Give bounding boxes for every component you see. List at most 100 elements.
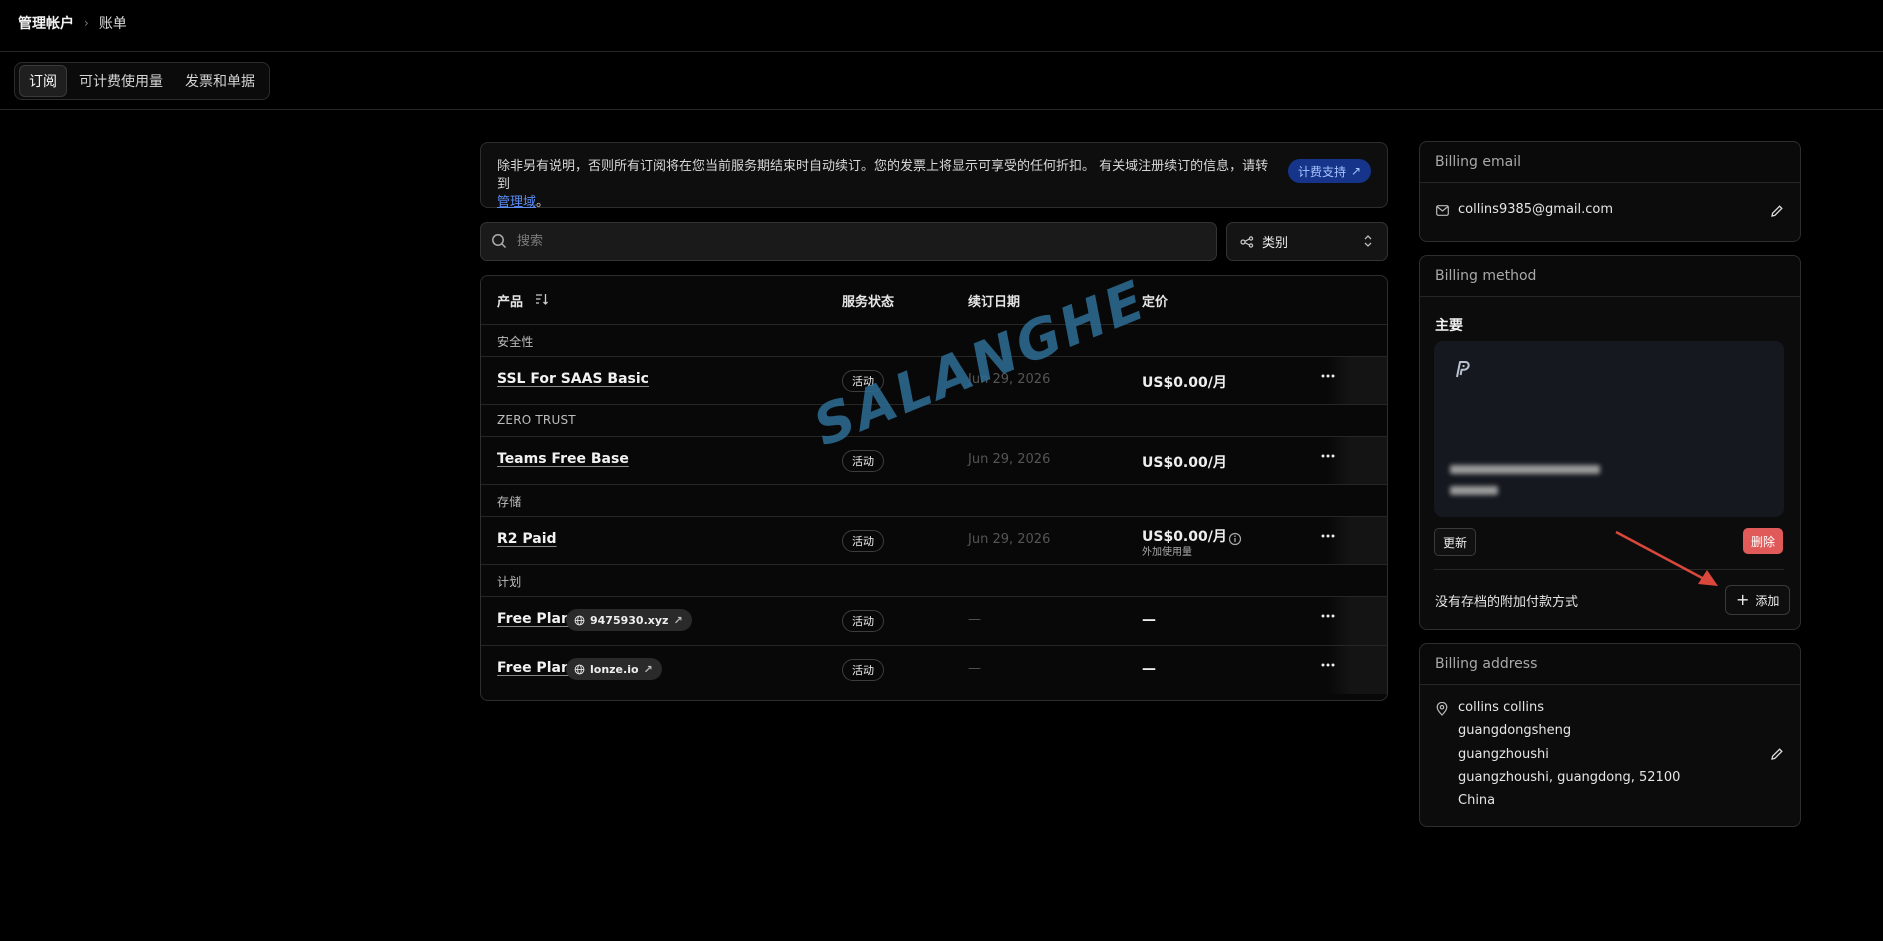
top-bar bbox=[0, 0, 1883, 52]
billing-email-title: Billing email bbox=[1435, 154, 1521, 170]
actions-shade bbox=[1327, 597, 1387, 645]
notice-body: 除非另有说明，否则所有订阅将在您当前服务期结束时自动续订。您的发票上将显示可享受… bbox=[497, 159, 1269, 192]
more-actions-icon[interactable] bbox=[1321, 663, 1335, 667]
payment-card[interactable] bbox=[1434, 341, 1784, 517]
primary-method-label: 主要 bbox=[1435, 318, 1463, 334]
more-actions-icon[interactable] bbox=[1321, 374, 1335, 378]
address-line-3: guangzhoushi, guangdong, 52100 bbox=[1458, 770, 1681, 785]
tab-invoices[interactable]: 发票和单据 bbox=[175, 65, 265, 97]
group-label-security: 安全性 bbox=[497, 335, 534, 349]
sort-icon[interactable] bbox=[535, 293, 549, 305]
header-price: 定价 bbox=[1142, 295, 1169, 310]
billing-tabs: 订阅 可计费使用量 发票和单据 bbox=[14, 62, 270, 100]
table-row: Teams Free Base 活动 Jun 29, 2026 US$0.00/… bbox=[481, 436, 1387, 485]
location-pin-icon bbox=[1436, 702, 1448, 716]
status-badge: 活动 bbox=[842, 610, 884, 632]
address-line-name: collins collins bbox=[1458, 700, 1545, 715]
group-header: ZERO TRUST bbox=[481, 404, 1387, 437]
product-name[interactable]: R2 Paid bbox=[497, 531, 557, 547]
category-icon bbox=[1240, 235, 1254, 248]
renewal-date: Jun 29, 2026 bbox=[968, 372, 1051, 387]
renewal-date: Jun 29, 2026 bbox=[968, 452, 1051, 467]
edit-address-icon[interactable] bbox=[1770, 747, 1784, 761]
masked-method-name bbox=[1450, 486, 1498, 495]
divider bbox=[1434, 569, 1784, 570]
no-additional-methods-text: 没有存档的附加付款方式 bbox=[1435, 595, 1579, 610]
add-label: 添加 bbox=[1755, 593, 1780, 608]
billing-email-value: collins9385@gmail.com bbox=[1458, 202, 1614, 217]
product-name[interactable]: SSL For SAAS Basic bbox=[497, 371, 649, 387]
billing-email-body: collins9385@gmail.com bbox=[1420, 182, 1800, 241]
renewal-date: — bbox=[968, 612, 981, 627]
actions-shade bbox=[1327, 646, 1387, 694]
chevron-updown-icon bbox=[1363, 235, 1373, 247]
group-header: 计划 bbox=[481, 564, 1387, 597]
add-payment-button[interactable]: + 添加 bbox=[1725, 585, 1791, 615]
search-input[interactable] bbox=[515, 223, 1199, 260]
actions-shade bbox=[1327, 517, 1387, 565]
group-label-plans: 计划 bbox=[497, 575, 522, 589]
billing-address-panel: Billing address collins collins guangdon… bbox=[1419, 643, 1801, 827]
address-line-1: guangdongsheng bbox=[1458, 723, 1572, 738]
billing-method-panel: Billing method 主要 更新 删除 没有存档的附加付款方式 + 添加 bbox=[1419, 255, 1801, 630]
info-icon[interactable] bbox=[1228, 532, 1242, 546]
update-payment-button[interactable]: 更新 bbox=[1434, 528, 1477, 556]
edit-email-icon[interactable] bbox=[1770, 204, 1784, 218]
status-badge: 活动 bbox=[842, 659, 884, 681]
renewal-date: — bbox=[968, 661, 981, 676]
status-badge: 活动 bbox=[842, 370, 884, 392]
delete-label: 删除 bbox=[1751, 534, 1776, 549]
globe-icon bbox=[574, 615, 585, 625]
breadcrumb: 管理帐户 › 账单 bbox=[18, 13, 127, 33]
manage-domains-link[interactable]: 管理域 bbox=[497, 195, 536, 210]
auto-renew-notice: 除非另有说明，否则所有订阅将在您当前服务期结束时自动续订。您的发票上将显示可享受… bbox=[480, 142, 1388, 210]
domain-chip[interactable]: lonze.io ↗ bbox=[566, 658, 662, 680]
tab-billable-usage[interactable]: 可计费使用量 bbox=[69, 65, 173, 97]
update-label: 更新 bbox=[1443, 535, 1468, 550]
chevron-right-icon: › bbox=[84, 16, 89, 30]
price: US$0.00/月 bbox=[1142, 455, 1227, 471]
external-link-icon: ↗ bbox=[673, 613, 683, 627]
status-badge: 活动 bbox=[842, 530, 884, 552]
address-country: China bbox=[1458, 793, 1496, 808]
tabs-bar bbox=[0, 52, 1883, 110]
status-badge: 活动 bbox=[842, 450, 884, 472]
delete-payment-button[interactable]: 删除 bbox=[1743, 528, 1784, 554]
subscriptions-table: 产品 服务状态 续订日期 定价 安全性 SSL For SAAS Basic 活… bbox=[480, 275, 1388, 701]
actions-shade bbox=[1327, 357, 1387, 405]
table-row: Free Plan lonze.io ↗ 活动 — — bbox=[481, 645, 1387, 694]
header-status: 服务状态 bbox=[842, 295, 895, 310]
paypal-icon bbox=[1452, 359, 1472, 379]
external-link-icon: ↗ bbox=[643, 662, 653, 676]
more-actions-icon[interactable] bbox=[1321, 534, 1335, 538]
breadcrumb-account[interactable]: 管理帐户 bbox=[18, 13, 74, 33]
product-name[interactable]: Teams Free Base bbox=[497, 451, 629, 467]
header-product[interactable]: 产品 bbox=[497, 291, 523, 310]
domain-chip[interactable]: 9475930.xyz ↗ bbox=[566, 609, 692, 631]
group-header: 安全性 bbox=[481, 324, 1387, 357]
group-header: 存储 bbox=[481, 484, 1387, 517]
more-actions-icon[interactable] bbox=[1321, 454, 1335, 458]
more-actions-icon[interactable] bbox=[1321, 614, 1335, 618]
group-label-zero-trust: ZERO TRUST bbox=[497, 413, 576, 427]
table-row: Free Plan 9475930.xyz ↗ 活动 — — bbox=[481, 596, 1387, 645]
address-line-2: guangzhoushi bbox=[1458, 747, 1549, 762]
price: — bbox=[1142, 612, 1156, 628]
billing-support-button[interactable]: 计费支持 ↗ bbox=[1288, 159, 1372, 183]
mail-icon bbox=[1436, 205, 1449, 216]
product-name[interactable]: Free Plan bbox=[497, 660, 571, 676]
globe-icon bbox=[574, 664, 585, 674]
actions-shade bbox=[1327, 437, 1387, 485]
table-row: R2 Paid 活动 Jun 29, 2026 US$0.00/月 外加使用量 bbox=[481, 516, 1387, 565]
billing-address-body: collins collins guangdongsheng guangzhou… bbox=[1420, 684, 1800, 826]
category-filter[interactable]: 类别 bbox=[1226, 222, 1388, 261]
billing-email-panel: Billing email collins9385@gmail.com bbox=[1419, 141, 1801, 242]
price-note: 外加使用量 bbox=[1142, 547, 1192, 558]
masked-account-email bbox=[1450, 465, 1600, 474]
tab-subscriptions[interactable]: 订阅 bbox=[19, 65, 67, 97]
search-icon bbox=[491, 233, 507, 249]
notice-text: 除非另有说明，否则所有订阅将在您当前服务期结束时自动续订。您的发票上将显示可享受… bbox=[497, 158, 1277, 212]
billing-support-label: 计费支持 bbox=[1298, 164, 1347, 179]
table-header: 产品 服务状态 续订日期 定价 bbox=[481, 276, 1387, 324]
product-name[interactable]: Free Plan bbox=[497, 611, 571, 627]
